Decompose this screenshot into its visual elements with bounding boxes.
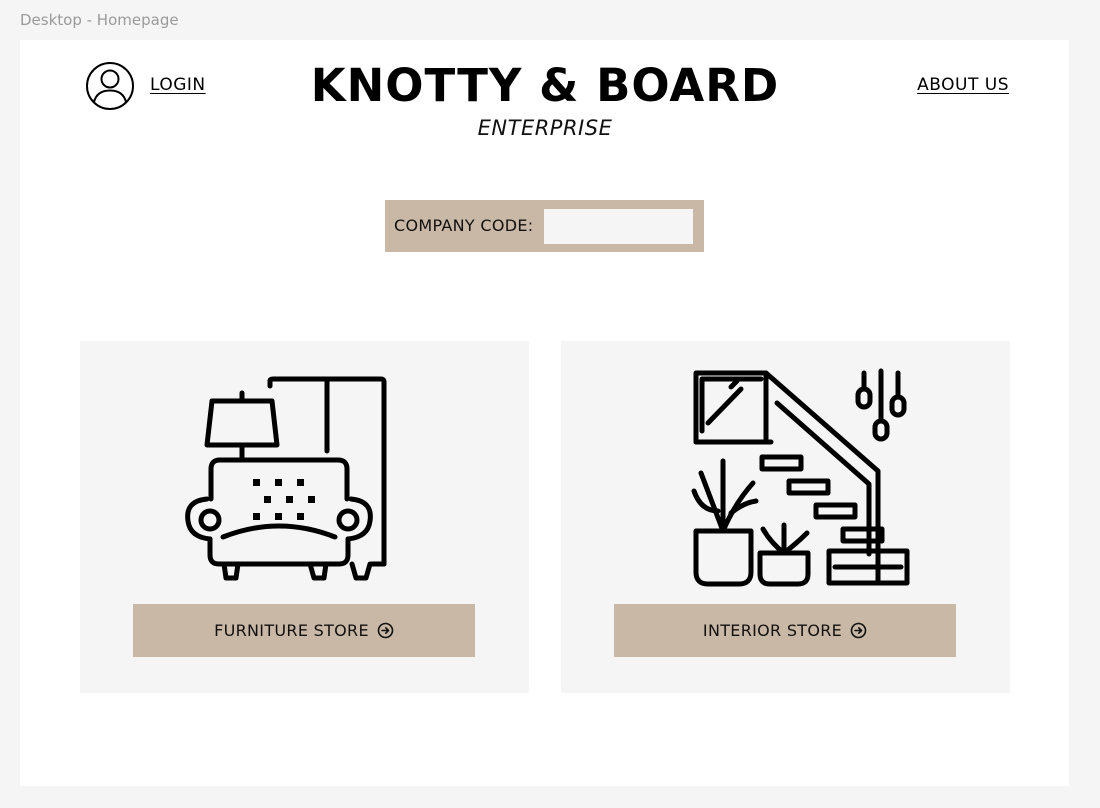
brand-title: KNOTTY & BOARD	[310, 59, 780, 112]
interior-store-label: INTERIOR STORE	[702, 621, 843, 640]
furniture-store-label: FURNITURE STORE	[214, 621, 369, 640]
brand-subtitle: ENTERPRISE	[477, 116, 613, 140]
homepage-frame: LOGIN KNOTTY & BOARD ENTERPRISE ABOUT US…	[20, 40, 1069, 786]
interior-store-button[interactable]: INTERIOR STORE	[614, 604, 956, 657]
company-code-input[interactable]	[544, 209, 693, 244]
frame-label: Desktop - Homepage	[20, 11, 179, 29]
armchair-lamp-wardrobe-icon	[185, 376, 387, 581]
company-code-box: COMPANY CODE:	[385, 200, 704, 252]
about-us-link[interactable]: ABOUT US	[917, 75, 1009, 95]
company-code-label: COMPANY CODE:	[394, 216, 534, 235]
furniture-store-card: FURNITURE STORE	[80, 341, 529, 693]
staircase-plants-icon	[691, 368, 910, 587]
arrow-circle-right-icon	[850, 622, 867, 639]
interior-store-card: INTERIOR STORE	[561, 341, 1010, 693]
furniture-store-button[interactable]: FURNITURE STORE	[133, 604, 475, 657]
arrow-circle-right-icon	[377, 622, 394, 639]
